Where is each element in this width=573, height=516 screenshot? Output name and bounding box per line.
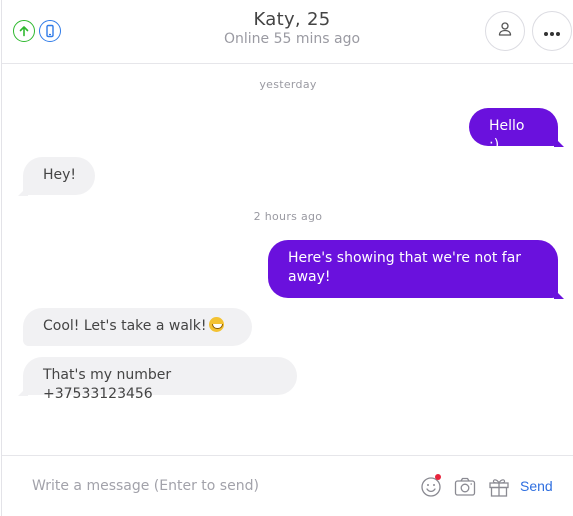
chat-window: Katy, 25 Online 55 mins ago yesterday He… [1,0,573,516]
message-bubble-outgoing[interactable]: Here's showing that we're not far away! [268,240,558,298]
day-divider: 2 hours ago [253,210,323,223]
message-text: Here's showing that we're not far away! [288,250,522,285]
message-text: Cool! Let's take a walk! [43,318,207,334]
message-list[interactable]: yesterday Hello :) Hey! 2 hours ago Here… [2,64,573,454]
message-composer: Send [2,455,573,516]
message-input[interactable] [20,472,400,500]
chat-title-block: Katy, 25 Online 55 mins ago [142,9,442,47]
phone-icon[interactable] [39,20,61,42]
chat-header: Katy, 25 Online 55 mins ago [2,0,573,64]
more-button[interactable] [532,11,572,51]
close-icon[interactable] [565,0,573,10]
message-bubble-incoming[interactable]: That's my number +37533123456 [23,357,297,402]
smile-icon[interactable] [420,474,442,498]
more-icon [543,22,561,41]
message-bubble-incoming[interactable]: Cool! Let's take a walk! [23,308,252,346]
message-bubble-incoming[interactable]: Hey! [23,157,95,195]
day-divider: yesterday [259,78,317,91]
send-button[interactable]: Send [520,478,553,494]
message-text: Hey! [43,167,77,183]
profile-button[interactable] [485,11,525,51]
message-bubble-outgoing[interactable]: Hello :) [469,108,558,153]
message-text: Hello :) [489,118,525,153]
gift-icon[interactable] [488,476,510,498]
message-text: That's my number +37533123456 [43,367,172,402]
bubble-tail [554,289,564,299]
bubble-tail [554,137,564,147]
user-icon [497,21,513,41]
online-status: Online 55 mins ago [223,31,361,47]
contact-name: Katy, 25 [253,9,331,30]
notification-dot [435,474,441,480]
camera-icon[interactable] [454,476,476,498]
grinning-face-icon [208,317,224,332]
arrow-up-icon[interactable] [13,20,35,42]
